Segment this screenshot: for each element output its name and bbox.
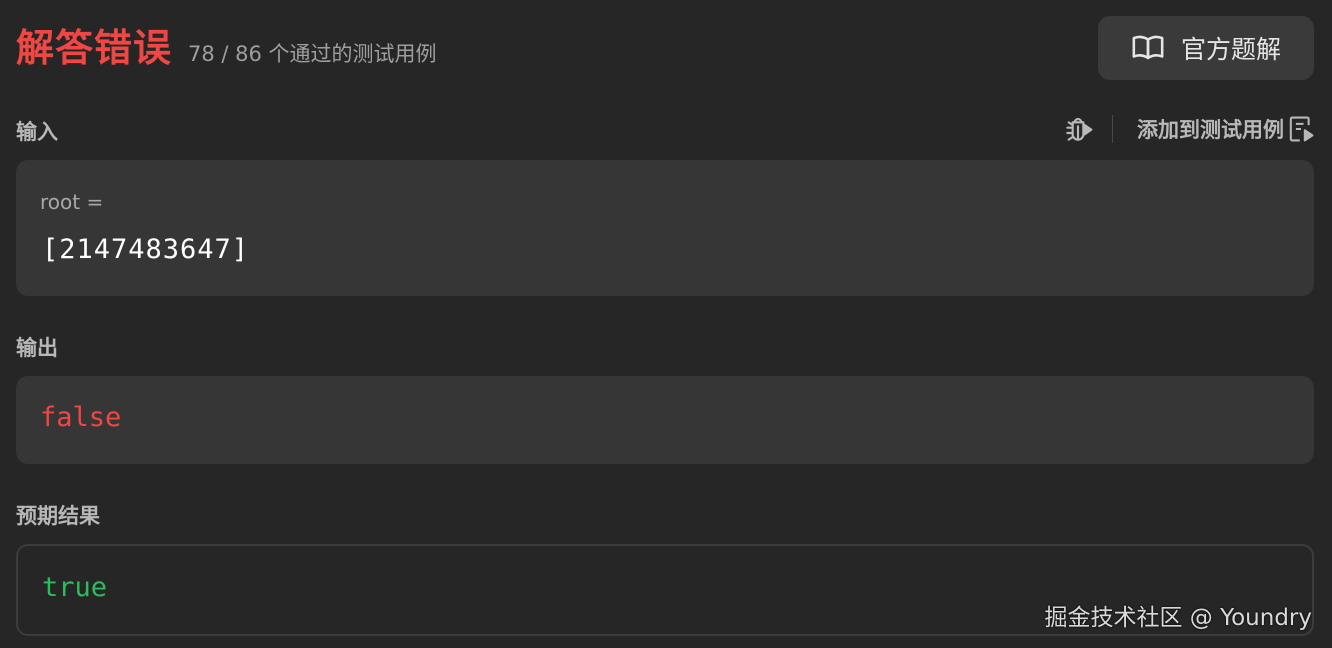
add-to-testcase-label: 添加到测试用例 (1137, 118, 1284, 142)
input-box: root = [2147483647] (16, 160, 1314, 296)
output-box: false (16, 376, 1314, 464)
input-toolbar: 添加到测试用例 (1062, 112, 1314, 146)
debug-icon[interactable] (1062, 113, 1094, 145)
book-icon (1132, 35, 1164, 60)
expected-value: true (42, 572, 108, 603)
official-solution-label: 官方题解 (1180, 35, 1281, 64)
result-header: 解答错误 78 / 86 个通过的测试用例 (16, 22, 437, 80)
result-status-title: 解答错误 (16, 26, 173, 70)
param-value: [2147483647] (42, 234, 250, 265)
input-label: 输入 (16, 120, 58, 144)
add-to-testcase-button[interactable]: 添加到测试用例 (1137, 114, 1314, 144)
output-value: false (40, 402, 122, 433)
toolbar-divider (1112, 115, 1113, 143)
param-name: root = (40, 190, 104, 214)
add-testcase-icon (1289, 116, 1314, 142)
output-label: 输出 (16, 336, 58, 360)
watermark: 掘金技术社区 @ Youndry (1044, 605, 1312, 631)
pass-count-text: 78 / 86 个通过的测试用例 (188, 42, 437, 66)
official-solution-button[interactable]: 官方题解 (1098, 16, 1314, 80)
expected-label: 预期结果 (16, 504, 100, 528)
